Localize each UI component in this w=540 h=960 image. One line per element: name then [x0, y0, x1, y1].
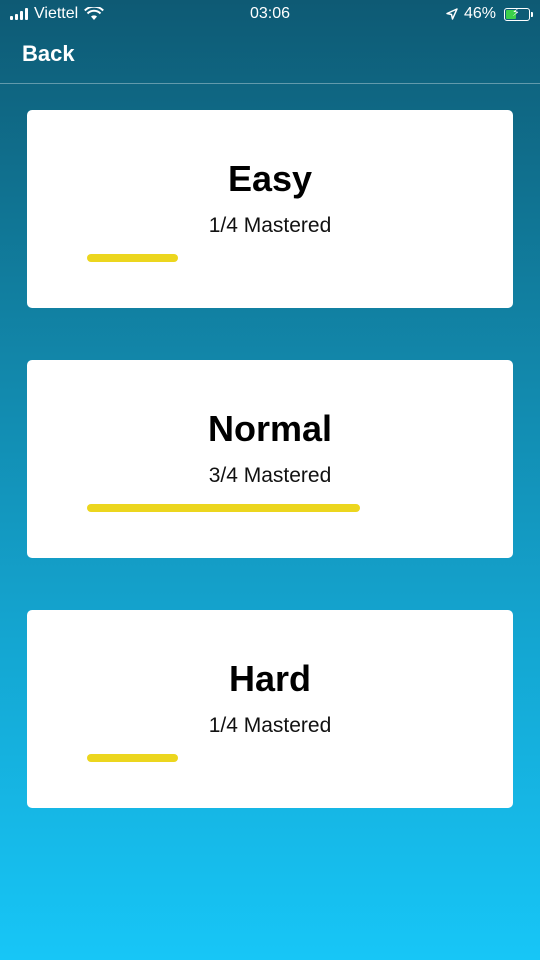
mastered-count: 1/4 Mastered — [208, 714, 332, 737]
mastered-count: 3/4 Mastered — [208, 464, 332, 487]
mastered-count: 1/4 Mastered — [208, 214, 332, 237]
battery-charging-icon: ⚡ — [504, 6, 533, 21]
status-left: Viettel — [10, 5, 105, 23]
progress-fill — [87, 504, 360, 512]
battery-percent: 46% — [463, 5, 496, 22]
back-button[interactable]: Back — [22, 41, 75, 67]
progress-bar — [87, 504, 451, 512]
progress-fill — [87, 254, 178, 262]
status-bar: Viettel 03:06 46% ⚡ — [0, 0, 540, 28]
progress-bar — [87, 254, 451, 262]
charging-bolt-icon: ⚡ — [512, 6, 520, 19]
wifi-icon — [84, 7, 105, 20]
navigation-bar: Back — [0, 28, 540, 84]
status-right: 46% ⚡ — [446, 5, 533, 23]
carrier-name: Viettel — [34, 5, 79, 22]
level-title: Easy — [227, 158, 313, 199]
level-card-normal[interactable]: Normal 3/4 Mastered — [27, 360, 513, 558]
level-card-easy[interactable]: Easy 1/4 Mastered — [27, 110, 513, 308]
progress-fill — [87, 754, 178, 762]
level-title: Hard — [228, 658, 312, 699]
signal-bars-icon — [10, 8, 28, 20]
location-arrow-icon — [446, 8, 458, 20]
level-card-hard[interactable]: Hard 1/4 Mastered — [27, 610, 513, 808]
level-title: Normal — [207, 408, 333, 449]
progress-bar — [87, 754, 451, 762]
